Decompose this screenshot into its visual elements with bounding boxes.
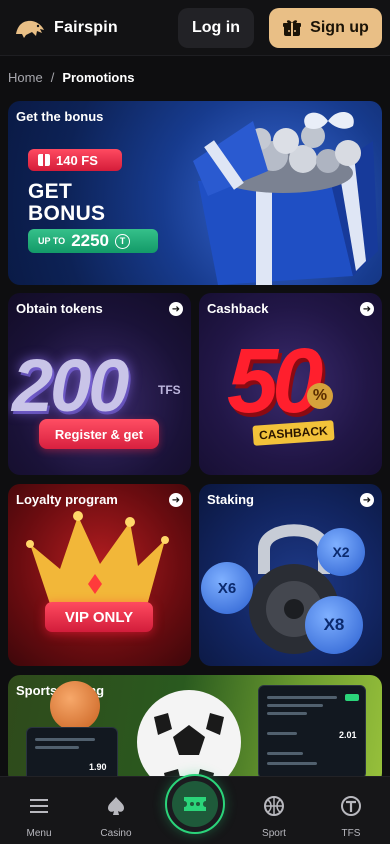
- login-button[interactable]: Log in: [178, 8, 254, 48]
- cashback-amount: 50: [227, 330, 323, 432]
- breadcrumb-home-link[interactable]: Home: [8, 70, 43, 85]
- promo-title: Staking: [207, 492, 254, 507]
- vip-only-button[interactable]: VIP ONLY: [45, 602, 153, 632]
- arrow-right-icon: ➜: [169, 302, 183, 316]
- lion-logo-icon: [16, 20, 44, 38]
- signup-button[interactable]: Sign up: [269, 8, 382, 48]
- bet-odds-left: 1.90: [89, 762, 107, 772]
- nav-sport[interactable]: Sport: [244, 795, 304, 839]
- top-header: Fairspin Log in Sign up: [0, 0, 390, 56]
- ticket-icon: [172, 781, 218, 827]
- tokens-unit: TFS: [158, 383, 181, 397]
- promo-card-tokens[interactable]: Obtain tokens ➜ 200 TFS Register & get: [8, 293, 191, 475]
- upto-value: 2250: [71, 231, 110, 250]
- nav-casino[interactable]: Casino: [86, 795, 146, 839]
- bet-slip-card: 2.01: [258, 685, 366, 779]
- promo-card-sports[interactable]: Sports betting 1.90 2.01: [8, 675, 382, 785]
- tfs-coin-icon: [340, 795, 362, 822]
- nav-menu-label: Menu: [26, 828, 52, 839]
- nav-bets-center-button[interactable]: [165, 774, 225, 834]
- menu-icon: [28, 795, 50, 822]
- promo-card-loyalty[interactable]: Loyalty program ➜ VIP ONLY: [8, 484, 191, 666]
- arrow-right-icon: ➜: [360, 302, 374, 316]
- signup-label: Sign up: [310, 19, 369, 36]
- brand-logo[interactable]: Fairspin: [12, 14, 118, 42]
- upto-label: UP TO: [38, 236, 66, 246]
- bonus-headline: GET BONUS: [28, 181, 105, 225]
- promo-title: Cashback: [207, 301, 269, 316]
- crown-icon: [26, 511, 169, 614]
- bonus-headline-line2: BONUS: [28, 202, 106, 225]
- nav-sport-label: Sport: [262, 828, 286, 839]
- spade-icon: [105, 795, 127, 822]
- free-spins-badge: 140 FS: [28, 149, 122, 171]
- promo-title: Get the bonus: [16, 109, 104, 124]
- promo-card-cashback[interactable]: Cashback ➜ 50 % CASHBACK: [199, 293, 382, 475]
- nav-tfs[interactable]: TFS: [321, 795, 381, 839]
- breadcrumb-separator: /: [50, 70, 55, 85]
- breadcrumb: Home / Promotions: [8, 70, 135, 85]
- upto-badge: UP TO 2250 T: [28, 229, 158, 253]
- nav-menu[interactable]: Menu: [9, 795, 69, 839]
- free-spins-value: 140 FS: [56, 152, 98, 168]
- tfs-coin-icon: T: [115, 233, 131, 249]
- gift-icon: [38, 154, 50, 166]
- coin-x6: X6: [201, 562, 253, 614]
- coin-x8: X8: [305, 596, 363, 654]
- cashback-label: CASHBACK: [252, 420, 335, 446]
- promo-card-staking[interactable]: Staking ➜ X6 X2 X8: [199, 484, 382, 666]
- soccer-ball-icon: [137, 690, 241, 785]
- tokens-amount: 200: [12, 344, 129, 427]
- basketball-illustration: [50, 681, 100, 731]
- percent-badge: %: [307, 383, 333, 409]
- gift-box-illustration: [193, 111, 378, 285]
- bonus-headline-line1: GET: [28, 180, 73, 203]
- bet-odds-right: 2.01: [339, 730, 357, 740]
- nav-casino-label: Casino: [100, 828, 132, 839]
- register-and-get-button[interactable]: Register & get: [39, 419, 159, 449]
- gift-icon: [283, 20, 302, 36]
- breadcrumb-current: Promotions: [62, 70, 135, 85]
- basketball-icon: [263, 795, 285, 822]
- promo-title: Obtain tokens: [16, 301, 103, 316]
- live-badge: [345, 694, 359, 701]
- arrow-right-icon: ➜: [169, 493, 183, 507]
- coin-x2: X2: [317, 528, 365, 576]
- brand-name: Fairspin: [54, 19, 118, 36]
- promo-card-bonus[interactable]: Get the bonus 140 FS GET BONUS UP TO 225…: [8, 101, 382, 285]
- nav-tfs-label: TFS: [341, 828, 361, 839]
- arrow-right-icon: ➜: [360, 493, 374, 507]
